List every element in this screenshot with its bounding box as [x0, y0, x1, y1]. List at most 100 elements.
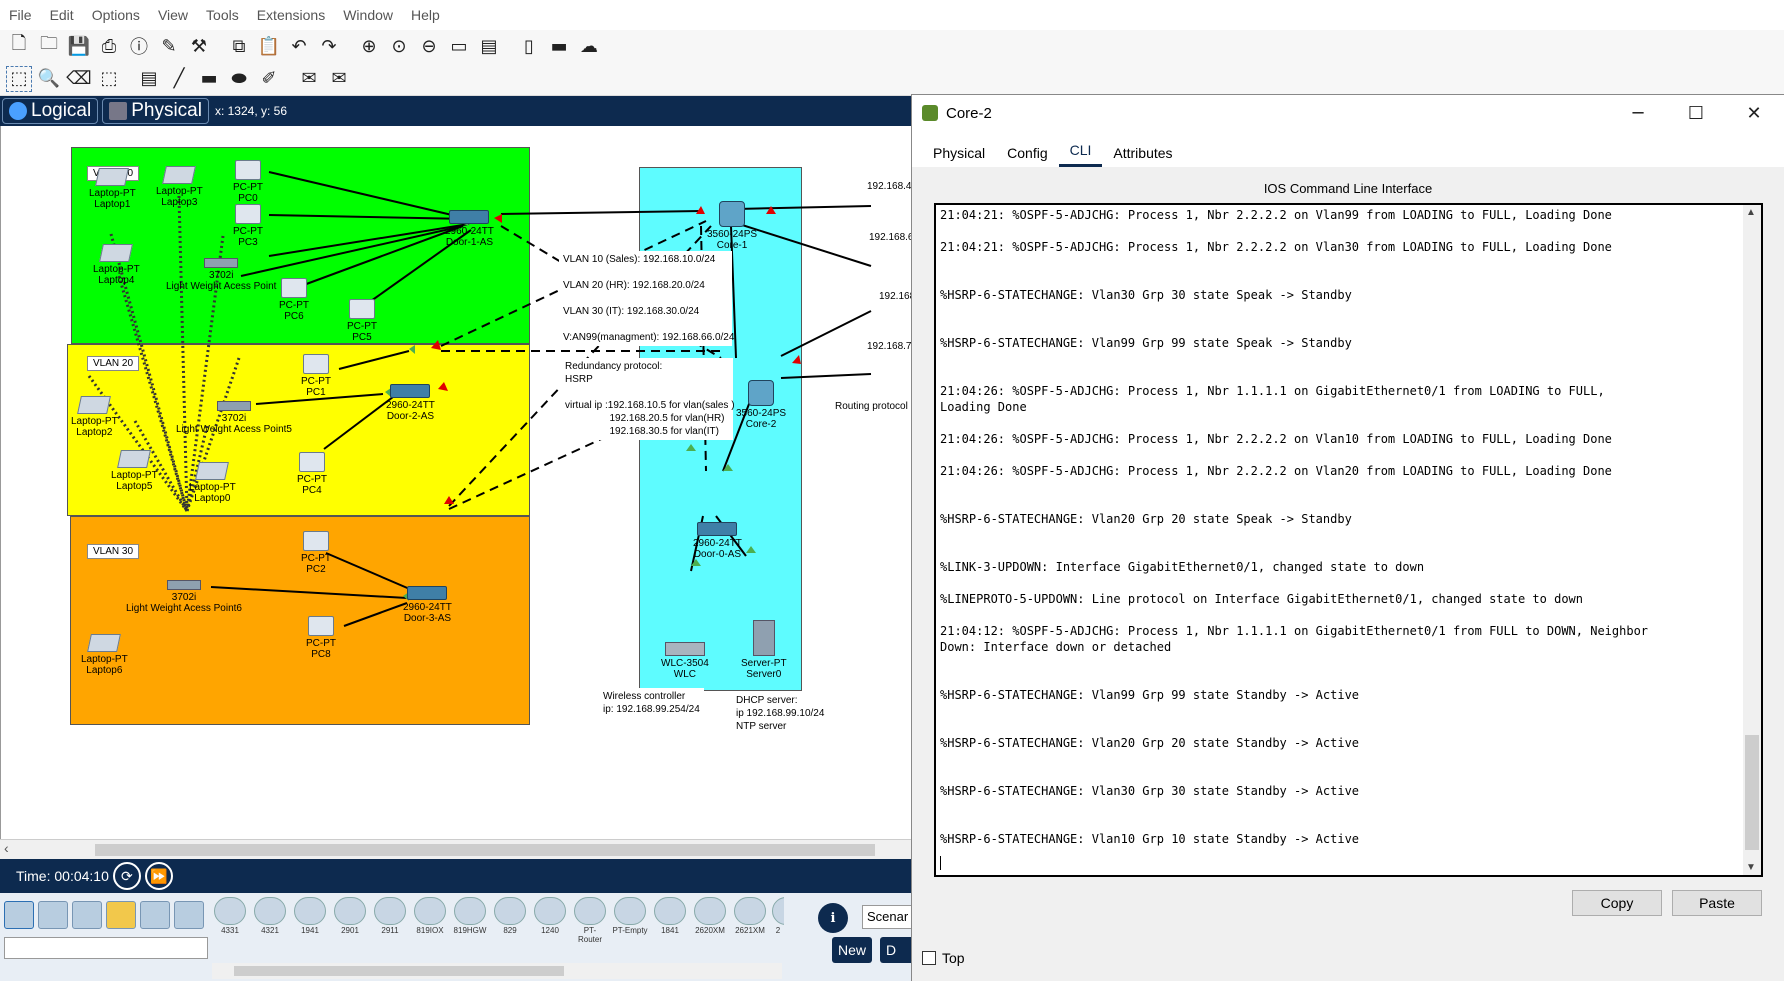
model-4331[interactable]: 4331 [212, 897, 248, 935]
menu-help[interactable]: Help [402, 7, 449, 23]
redo-icon[interactable]: ↷ [316, 33, 342, 59]
physical-mode-button[interactable]: Physical [102, 98, 209, 124]
model-2901[interactable]: 2901 [332, 897, 368, 935]
tab-config[interactable]: Config [996, 139, 1058, 167]
cli-terminal[interactable]: 21:04:21: %OSPF-5-ADJCHG: Process 1, Nbr… [934, 203, 1763, 877]
fast-forward-icon[interactable]: ⏩ [144, 862, 173, 890]
new-file-icon[interactable]: 🗋 [6, 33, 32, 59]
core-2-switch[interactable]: 3560-24PS Core-2 [736, 380, 786, 430]
undo-icon[interactable]: ↶ [286, 33, 312, 59]
model-2911[interactable]: 2911 [372, 897, 408, 935]
laptop2[interactable]: Laptop-PT Laptop2 [71, 396, 118, 438]
maximize-icon[interactable]: ☐ [1667, 95, 1725, 131]
model-819iox[interactable]: 819IOX [412, 897, 448, 935]
door-3-as-switch[interactable]: 2960-24TT Door-3-AS [403, 586, 452, 624]
laptop3[interactable]: Laptop-PT Laptop3 [156, 166, 203, 208]
palette-scrollbar[interactable] [212, 963, 782, 979]
zoom-in-icon[interactable]: ⊕ [356, 33, 382, 59]
pc6[interactable]: PC-PT PC6 [279, 278, 309, 322]
tab-attributes[interactable]: Attributes [1102, 139, 1183, 167]
pc1[interactable]: PC-PT PC1 [301, 354, 331, 398]
end-devices-category-icon[interactable] [38, 901, 68, 929]
dhcp-server-note[interactable]: DHCP server: ip 192.168.99.10/24 NTP ser… [732, 692, 829, 735]
menu-edit[interactable]: Edit [41, 7, 83, 23]
vlan-subnets-note[interactable]: VLAN 10 (Sales): 192.168.10.0/24 VLAN 20… [559, 251, 734, 346]
laptop4[interactable]: Laptop-PT Laptop4 [93, 244, 140, 286]
model-1941[interactable]: 1941 [292, 897, 328, 935]
delete-scenario-button[interactable]: D [880, 937, 912, 963]
top-checkbox[interactable]: Top [922, 950, 965, 966]
redundancy-note[interactable]: Redundancy protocol: HSRP virtual ip :19… [561, 358, 735, 440]
activity-wizard-icon[interactable]: ✎ [156, 33, 182, 59]
pc0[interactable]: PC-PT PC0 [233, 160, 263, 204]
model-829[interactable]: 829 [492, 897, 528, 935]
select-icon[interactable]: ⬚ [6, 65, 32, 92]
laptop0[interactable]: Laptop-PT Laptop0 [189, 462, 236, 504]
connections-category-icon[interactable] [106, 901, 136, 929]
access-point-6[interactable]: 3702i Light Weight Acess Point6 [126, 580, 242, 614]
paste-button[interactable]: Paste [1672, 890, 1762, 916]
zoom-reset-icon[interactable]: ⊙ [386, 33, 412, 59]
core-1-switch[interactable]: 3560-24PS Core-1 [707, 201, 757, 251]
menu-extensions[interactable]: Extensions [248, 7, 334, 23]
menu-window[interactable]: Window [334, 7, 402, 23]
draw-ellipse-icon[interactable]: ⬬ [226, 66, 252, 92]
draw-rectangle-icon[interactable]: ▬ [196, 66, 222, 92]
model-2620xm[interactable]: 2620XM [692, 897, 728, 935]
access-point-vlan10[interactable]: 3702i Light Weight Acess Point [166, 258, 276, 292]
scrollbar-thumb[interactable] [1745, 735, 1759, 850]
menu-file[interactable]: File [0, 7, 41, 23]
power-cycle-icon[interactable]: ⟳ [112, 862, 141, 890]
image-icon[interactable]: ▬ [546, 33, 572, 59]
open-folder-icon[interactable]: 🗀 [36, 33, 62, 59]
pc8[interactable]: PC-PT PC8 [306, 616, 336, 660]
miscellaneous-category-icon[interactable] [140, 901, 170, 929]
menu-tools[interactable]: Tools [197, 7, 248, 23]
logical-mode-button[interactable]: Logical [2, 98, 99, 124]
place-note-icon[interactable]: ▤ [136, 66, 162, 92]
custom-device-icon[interactable]: ⚒ [186, 33, 212, 59]
scroll-up-icon[interactable]: ▲ [1746, 207, 1756, 218]
save-icon[interactable]: 💾 [66, 33, 92, 59]
info-icon[interactable]: ⓘ [126, 33, 152, 59]
access-point-5[interactable]: 3702i Light Weight Acess Point5 [176, 401, 292, 435]
model-pt-empty[interactable]: PT-Empty [612, 897, 648, 935]
window-titlebar[interactable]: Core-2 ─ ☐ ✕ [912, 95, 1784, 131]
wireless-controller-note[interactable]: Wireless controller ip: 192.168.99.254/2… [599, 688, 704, 718]
scrollbar-thumb[interactable] [234, 966, 564, 976]
multiuser-category-icon[interactable] [174, 901, 204, 929]
pc5[interactable]: PC-PT PC5 [347, 299, 377, 343]
copy-icon[interactable]: ⧉ [226, 33, 252, 59]
add-complex-pdu-icon[interactable]: ✉ [326, 66, 352, 92]
terminal-scrollbar[interactable]: ▲ ▼ [1743, 205, 1761, 875]
close-icon[interactable]: ✕ [1725, 95, 1783, 131]
model-partial[interactable]: 2 [772, 897, 784, 935]
pc3[interactable]: PC-PT PC3 [233, 204, 263, 248]
workspace-horizontal-scrollbar[interactable]: ‹ [0, 839, 912, 859]
view-icon[interactable]: ▯ [516, 33, 542, 59]
network-devices-category-icon[interactable] [4, 901, 34, 929]
custom-devices-dialog-icon[interactable]: ▤ [476, 33, 502, 59]
model-819hgw[interactable]: 819HGW [452, 897, 488, 935]
laptop1[interactable]: Laptop-PT Laptop1 [89, 168, 136, 210]
model-2621xm[interactable]: 2621XM [732, 897, 768, 935]
door-2-as-switch[interactable]: 2960-24TT Door-2-AS [386, 384, 435, 422]
pc4[interactable]: PC-PT PC4 [297, 452, 327, 496]
drawing-palette-icon[interactable]: ▭ [446, 33, 472, 59]
pc2[interactable]: PC-PT PC2 [301, 531, 331, 575]
inspect-icon[interactable]: 🔍 [36, 66, 62, 92]
add-simple-pdu-icon[interactable]: ✉ [296, 66, 322, 92]
print-icon[interactable]: ⎙ [96, 33, 122, 59]
zoom-out-icon[interactable]: ⊖ [416, 33, 442, 59]
menu-view[interactable]: View [149, 7, 197, 23]
model-4321[interactable]: 4321 [252, 897, 288, 935]
server0[interactable]: Server-PT Server0 [741, 620, 787, 680]
freeform-icon[interactable]: ✐ [256, 66, 282, 92]
scroll-left-icon[interactable]: ‹ [4, 840, 9, 856]
laptop6[interactable]: Laptop-PT Laptop6 [81, 634, 128, 676]
door-1-as-switch[interactable]: 2960-24TT Door-1-AS [445, 210, 494, 248]
model-1240[interactable]: 1240 [532, 897, 568, 935]
components-category-icon[interactable] [72, 901, 102, 929]
copy-button[interactable]: Copy [1572, 890, 1662, 916]
cluster-icon[interactable]: ☁ [576, 33, 602, 59]
